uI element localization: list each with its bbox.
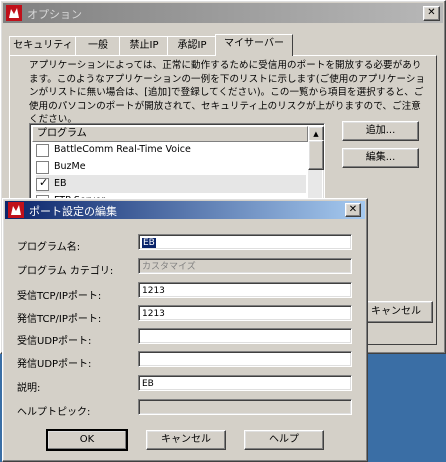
- port-description-text: アプリケーションによっては、正常に動作するために受信用のポートを開放する必要があ…: [29, 60, 426, 125]
- list-item[interactable]: BattleComm Real-Time Voice: [36, 141, 306, 159]
- tab-my-server[interactable]: マイサーバー: [215, 34, 293, 56]
- list-item[interactable]: ✓ EB: [36, 175, 306, 193]
- recv-udp-field[interactable]: [138, 328, 352, 344]
- checkmark-icon: ✓: [39, 176, 49, 189]
- recv-udp-label: 受信UDPポート:: [17, 336, 92, 347]
- recv-tcp-label: 受信TCP/IPポート:: [17, 291, 102, 302]
- ok-button[interactable]: OK: [46, 429, 128, 451]
- send-tcp-field[interactable]: 1213: [138, 305, 352, 321]
- app-logo-icon: [6, 5, 22, 21]
- description-field[interactable]: EB: [138, 375, 352, 391]
- help-topic-field: [138, 399, 352, 415]
- dialog-close-button[interactable]: ✕: [345, 203, 361, 217]
- list-item[interactable]: BuzMe: [36, 158, 306, 176]
- edit-button[interactable]: 編集...: [342, 148, 419, 168]
- send-udp-field[interactable]: [138, 351, 352, 367]
- tab-general[interactable]: 一般: [75, 36, 121, 55]
- help-button[interactable]: ヘルプ: [244, 430, 324, 450]
- description-label: 説明:: [17, 383, 41, 394]
- program-label: BuzMe: [54, 161, 86, 172]
- program-label: BattleComm Real-Time Voice: [54, 144, 191, 155]
- add-button[interactable]: 追加...: [342, 121, 419, 141]
- program-name-field[interactable]: EB: [138, 234, 352, 250]
- options-titlebar[interactable]: オプション ✕: [3, 3, 443, 23]
- edit-port-dialog: ポート設定の編集 ✕ プログラム名: EB プログラム カテゴリ: カスタマイズ…: [2, 198, 368, 462]
- send-tcp-label: 発信TCP/IPポート:: [17, 314, 102, 325]
- program-list-scrollbar[interactable]: ▲: [308, 126, 324, 202]
- options-close-button[interactable]: ✕: [423, 6, 440, 21]
- options-tabs: セキュリティ 一般 禁止IP 承認IP マイサーバー: [9, 34, 437, 56]
- dialog-titlebar[interactable]: ポート設定の編集 ✕: [5, 201, 365, 219]
- dialog-cancel-button[interactable]: キャンセル: [146, 430, 226, 450]
- program-checkbox[interactable]: ✓: [36, 176, 49, 191]
- options-cancel-button[interactable]: キャンセル: [359, 301, 433, 323]
- options-title: オプション: [27, 8, 82, 21]
- program-name-value: EB: [142, 238, 156, 248]
- app-logo-icon: [8, 202, 24, 218]
- program-list[interactable]: プログラム BattleComm Real-Time Voice BuzMe ✓…: [29, 123, 325, 205]
- send-udp-label: 発信UDPポート:: [17, 359, 92, 370]
- program-name-label: プログラム名:: [17, 242, 81, 253]
- program-category-label: プログラム カテゴリ:: [17, 266, 114, 277]
- tab-approved-ip[interactable]: 承認IP: [167, 36, 217, 55]
- tab-security[interactable]: セキュリティ: [9, 36, 77, 55]
- dialog-title: ポート設定の編集: [29, 205, 117, 218]
- program-label: EB: [54, 178, 67, 189]
- recv-tcp-field[interactable]: 1213: [138, 282, 352, 298]
- program-checkbox[interactable]: [36, 161, 49, 174]
- program-list-header[interactable]: プログラム: [32, 126, 308, 142]
- program-category-field: カスタマイズ: [138, 258, 352, 274]
- program-checkbox[interactable]: [36, 144, 49, 157]
- help-topic-label: ヘルプトピック:: [17, 407, 91, 418]
- scroll-thumb[interactable]: [308, 140, 324, 170]
- tab-blocked-ip[interactable]: 禁止IP: [119, 36, 169, 55]
